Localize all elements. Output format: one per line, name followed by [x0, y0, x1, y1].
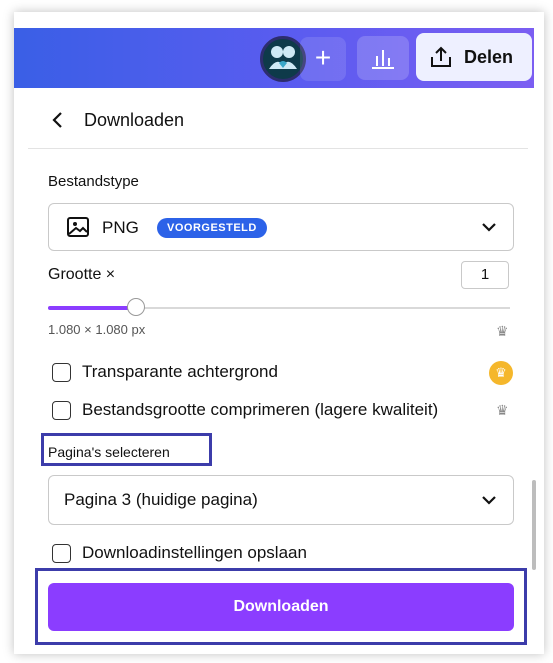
crown-icon: ♛	[496, 402, 509, 418]
suggested-badge: VOORGESTELD	[157, 218, 267, 238]
pages-select-value: Pagina 3 (huidige pagina)	[64, 490, 258, 509]
panel-title: Downloaden	[84, 110, 185, 130]
bar-chart-icon	[372, 50, 394, 69]
dimensions-text: 1.080 × 1.080 px	[48, 322, 146, 337]
compress-file-label: Bestandsgrootte comprimeren (lagere kwal…	[82, 400, 439, 419]
select-pages-label: Pagina's selecteren	[48, 444, 170, 460]
avatar-logo-icon	[269, 46, 297, 69]
crown-icon: ♛	[496, 323, 509, 339]
file-type-value: PNG	[102, 218, 139, 237]
back-chevron-icon[interactable]	[46, 108, 70, 132]
compress-file-checkbox[interactable]	[52, 401, 71, 420]
chevron-down-icon	[482, 223, 496, 232]
upload-share-icon	[431, 46, 451, 67]
size-multiplier-input[interactable]: 1	[461, 261, 509, 289]
transparent-background-checkbox[interactable]	[52, 363, 71, 382]
share-label: Delen	[464, 47, 514, 67]
size-slider-thumb[interactable]	[126, 298, 145, 316]
panel-scrollbar[interactable]	[532, 480, 536, 570]
plus-icon: +	[314, 42, 332, 73]
add-collaborator-button[interactable]: +	[300, 37, 346, 81]
file-type-label: Bestandstype	[48, 173, 139, 190]
download-button[interactable]: Downloaden	[48, 583, 514, 631]
size-slider-fill	[48, 306, 136, 310]
save-settings-checkbox[interactable]	[52, 544, 71, 563]
share-button[interactable]: Delen	[416, 33, 532, 81]
premium-crown-icon: ♛	[489, 361, 513, 385]
image-icon	[67, 217, 89, 237]
save-settings-label: Downloadinstellingen opslaan	[82, 543, 307, 562]
insights-button[interactable]	[357, 36, 409, 80]
size-label: Grootte ×	[48, 266, 116, 283]
chevron-down-icon	[482, 496, 496, 505]
transparent-background-label: Transparante achtergrond	[82, 362, 278, 381]
